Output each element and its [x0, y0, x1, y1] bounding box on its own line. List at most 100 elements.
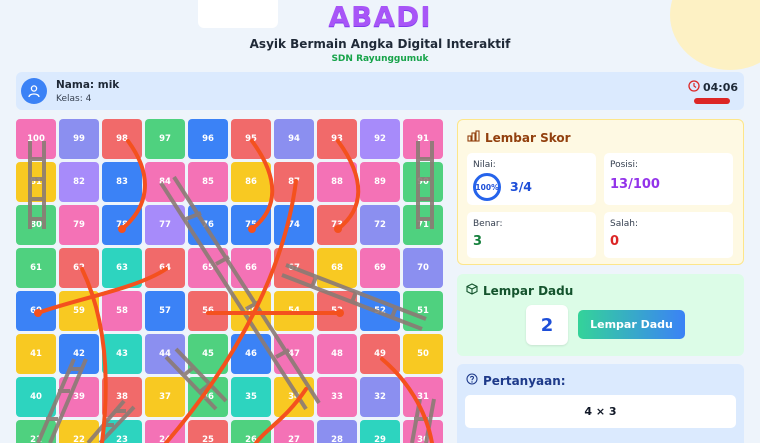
board-cell: 89 — [360, 162, 400, 202]
user-info-bar: Nama: mik Kelas: 4 04:06 — [16, 72, 744, 110]
board-cell: 69 — [360, 248, 400, 288]
board-cell: 95 — [231, 119, 271, 159]
board-cell: 52 — [360, 291, 400, 331]
board-cell: 71 — [403, 205, 443, 245]
school-name: SDN Rayunggumuk — [331, 54, 429, 64]
question-panel-title: Pertanyaan: — [483, 373, 566, 388]
board-cell: 26 — [231, 420, 271, 443]
salah-label: Salah: — [610, 219, 638, 229]
board-cell: 40 — [16, 377, 56, 417]
board-cell: 56 — [188, 291, 228, 331]
board-cell: 54 — [274, 291, 314, 331]
board-cell: 90 — [403, 162, 443, 202]
board-cell: 23 — [102, 420, 142, 443]
app-title: ABADI — [328, 0, 432, 33]
board-cell: 61 — [16, 248, 56, 288]
cube-icon — [466, 283, 478, 298]
user-class: Kelas: 4 — [56, 94, 92, 104]
game-board: 100 99 98 97 96 95 94 93 92 91 81 82 83 84 85 86 87 88 89 9… — [16, 119, 448, 443]
board-cell: 36 — [188, 377, 228, 417]
board-cell: 98 — [102, 119, 142, 159]
timer-progress-bar — [694, 98, 730, 104]
user-icon — [21, 78, 47, 104]
board-cell: 28 — [317, 420, 357, 443]
board-cell: 100 — [16, 119, 56, 159]
posisi-label: Posisi: — [610, 160, 639, 170]
salah-value: 0 — [610, 234, 620, 249]
board-cell: 45 — [188, 334, 228, 374]
clock-icon — [688, 80, 700, 95]
board-cell: 99 — [59, 119, 99, 159]
benar-value: 3 — [473, 234, 483, 249]
benar-card: Benar: 3 — [467, 212, 596, 258]
board-cell: 94 — [274, 119, 314, 159]
board-cell: 30 — [403, 420, 443, 443]
board-cell: 65 — [188, 248, 228, 288]
board-cell: 27 — [274, 420, 314, 443]
board-cell: 75 — [231, 205, 271, 245]
board-cell: 78 — [102, 205, 142, 245]
salah-card: Salah: 0 — [604, 212, 733, 258]
board-cell: 81 — [16, 162, 56, 202]
page-header: ABADI Asyik Bermain Angka Digital Intera… — [0, 0, 760, 65]
board-cell: 85 — [188, 162, 228, 202]
board-cell: 38 — [102, 377, 142, 417]
board-cell: 72 — [360, 205, 400, 245]
bar-chart-icon — [467, 130, 480, 145]
board-cell: 49 — [360, 334, 400, 374]
board-cell: 58 — [102, 291, 142, 331]
question-panel: Pertanyaan: 4 × 3 — [457, 364, 744, 443]
board-cell: 88 — [317, 162, 357, 202]
score-panel: Lembar Skor Nilai: 100% 3/4 Posisi: 13/1… — [457, 119, 744, 265]
nilai-value: 3/4 — [510, 179, 532, 194]
board-cell: 96 — [188, 119, 228, 159]
board-cell: 57 — [145, 291, 185, 331]
board-cell: 97 — [145, 119, 185, 159]
board-cell: 77 — [145, 205, 185, 245]
score-panel-title: Lembar Skor — [485, 130, 571, 145]
board-cell: 37 — [145, 377, 185, 417]
board-cell: 43 — [102, 334, 142, 374]
roll-dice-button[interactable]: Lempar Dadu — [578, 310, 685, 339]
board-cell: 63 — [102, 248, 142, 288]
timer: 04:06 — [688, 80, 738, 95]
user-name: Nama: mik — [56, 79, 120, 91]
board-cell: 24 — [145, 420, 185, 443]
board-cell: 74 — [274, 205, 314, 245]
board-cell: 50 — [403, 334, 443, 374]
nilai-card: Nilai: 100% 3/4 — [467, 153, 596, 205]
board-cell: 70 — [403, 248, 443, 288]
board-cell: 39 — [59, 377, 99, 417]
board-cell: 44 — [145, 334, 185, 374]
posisi-value: 13/100 — [610, 177, 660, 192]
board-cell: 42 — [59, 334, 99, 374]
board-cell: 79 — [59, 205, 99, 245]
board-cell: 92 — [360, 119, 400, 159]
nilai-progress-ring: 100% — [473, 173, 501, 201]
dice-value: 2 — [526, 305, 568, 345]
app-subtitle: Asyik Bermain Angka Digital Interaktif — [249, 37, 511, 51]
board-cell: 68 — [317, 248, 357, 288]
dice-panel-title: Lempar Dadu — [483, 283, 574, 298]
board-cell: 31 — [403, 377, 443, 417]
board-cell: 46 — [231, 334, 271, 374]
board-cell: 93 — [317, 119, 357, 159]
board-cell: 67 — [274, 248, 314, 288]
board-cell: 84 — [145, 162, 185, 202]
nilai-ring-text: 100% — [475, 182, 499, 192]
board-cell: 59 — [59, 291, 99, 331]
board-cell: 21 — [16, 420, 56, 443]
question-text: 4 × 3 — [465, 395, 736, 428]
board-cell: 35 — [231, 377, 271, 417]
board-cell: 76 — [188, 205, 228, 245]
board-cell: 34 — [274, 377, 314, 417]
board-cell: 22 — [59, 420, 99, 443]
dice-panel: Lempar Dadu 2 Lempar Dadu — [457, 274, 744, 356]
board-cell: 53 — [317, 291, 357, 331]
board-cell: 33 — [317, 377, 357, 417]
board-cell: 91 — [403, 119, 443, 159]
board-cell: 86 — [231, 162, 271, 202]
board-cell: 51 — [403, 291, 443, 331]
posisi-card: Posisi: 13/100 — [604, 153, 733, 205]
board-cell: 29 — [360, 420, 400, 443]
